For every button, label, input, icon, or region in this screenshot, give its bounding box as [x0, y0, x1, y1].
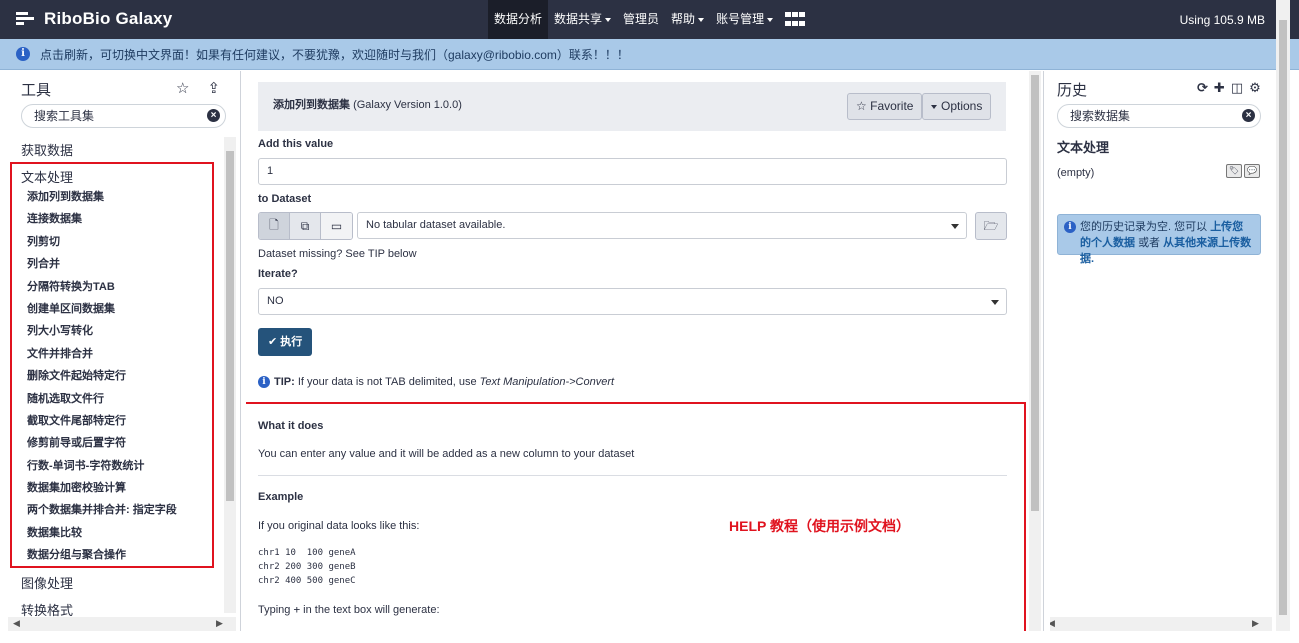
caret-down-icon: [951, 224, 959, 229]
gear-icon[interactable]: ⚙: [1249, 80, 1261, 95]
quota-meter[interactable]: Using 105.9 MB: [1180, 13, 1265, 27]
nav-shared-data[interactable]: 数据共享: [548, 0, 617, 39]
help-what-title: What it does: [258, 420, 324, 432]
history-search-input[interactable]: 搜索数据集 ×: [1057, 104, 1261, 128]
masthead: RiboBio Galaxy 数据分析 数据共享 管理员 帮助 账号管理 Usi…: [0, 0, 1299, 39]
announcement-text: 点击刷新，可切换中文界面！如果有任何建议，不要犹豫，欢迎随时与我们（galaxy…: [40, 47, 629, 62]
galaxy-logo-icon: [16, 10, 34, 28]
dataset-select[interactable]: No tabular dataset available.: [357, 212, 967, 239]
add-value-label: Add this value: [258, 138, 334, 150]
brand-title[interactable]: RiboBio Galaxy: [44, 9, 172, 29]
dataset-hint: Dataset missing? See TIP below: [258, 248, 417, 260]
example-line: chr1 10 100 geneA: [258, 548, 356, 558]
refresh-icon[interactable]: ⟳: [1197, 80, 1208, 95]
upload-icon[interactable]: ⇪: [207, 81, 220, 96]
history-name[interactable]: 文本处理: [1057, 137, 1109, 156]
folder-open-icon: 🗁: [983, 219, 999, 233]
help-typing-text: Typing + in the text box will generate:: [258, 603, 440, 616]
tags-icon[interactable]: 🏷: [1226, 164, 1242, 178]
tool-title: 添加列到数据集 (Galaxy Version 1.0.0): [273, 99, 462, 111]
history-actions: ⟳ ✚ ◫ ⚙: [1197, 80, 1261, 95]
caret-down-icon: [991, 300, 999, 305]
folder-icon[interactable]: ▭: [321, 213, 352, 239]
scroll-right-icon[interactable]: ▶: [216, 618, 223, 629]
dataset-mode-buttons: 🗋 ⧉ ▭: [258, 212, 353, 240]
history-hscrollbar[interactable]: ◀ ▶: [1050, 617, 1272, 631]
run-tool-button[interactable]: ✔ 执行: [258, 328, 313, 356]
help-what-text: You can enter any value and it will be a…: [258, 448, 635, 460]
grid-icon: [785, 12, 806, 28]
clear-search-icon[interactable]: ×: [207, 109, 220, 122]
options-button[interactable]: Options: [922, 93, 992, 120]
tool-panel-title: 工具: [21, 82, 52, 99]
main-nav: 数据分析 数据共享 管理员 帮助 账号管理: [488, 0, 811, 39]
chevron-down-icon: [605, 17, 612, 22]
tool-panel-actions: ☆ ⇪: [176, 81, 220, 96]
scroll-right-icon[interactable]: ▶: [1252, 618, 1259, 629]
multiple-files-icon[interactable]: ⧉: [290, 213, 321, 239]
tool-form-panel: 添加列到数据集 (Galaxy Version 1.0.0) ☆ Favorit…: [246, 71, 1030, 631]
favorite-button[interactable]: ☆ Favorite: [847, 93, 923, 120]
section-get-data[interactable]: 获取数据: [21, 140, 73, 159]
nav-user[interactable]: 账号管理: [710, 0, 779, 39]
info-icon: i: [16, 47, 30, 61]
history-empty-message: i 您的历史记录为空. 您可以 上传您的个人数据 或者 从其他来源上传数据.: [1057, 214, 1261, 265]
scroll-left-icon[interactable]: ◀: [13, 618, 20, 629]
chevron-down-icon: [931, 104, 937, 109]
chevron-down-icon: [767, 17, 774, 22]
history-size: (empty): [1057, 167, 1095, 179]
example-line: chr2 400 500 geneC: [258, 576, 356, 586]
scrollbar-thumb[interactable]: [226, 151, 234, 501]
browse-folder-button[interactable]: 🗁: [975, 212, 1007, 240]
panel-divider[interactable]: [240, 71, 241, 631]
star-icon[interactable]: ☆: [176, 81, 189, 96]
iterate-select[interactable]: NO: [258, 288, 1007, 315]
center-scrollbar[interactable]: [1029, 71, 1041, 631]
nav-admin[interactable]: 管理员: [617, 0, 665, 39]
clear-search-icon[interactable]: ×: [1242, 109, 1255, 122]
scroll-left-icon[interactable]: ◀: [1050, 618, 1055, 629]
window-scrollbar[interactable]: [1276, 0, 1290, 631]
announcement-banner: i 点击刷新，可切换中文界面！如果有任何建议，不要犹豫，欢迎随时与我们（gala…: [0, 39, 1299, 70]
plus-icon[interactable]: ✚: [1214, 80, 1225, 95]
brand[interactable]: RiboBio Galaxy: [16, 9, 172, 29]
comment-icon[interactable]: 💬: [1244, 164, 1260, 178]
help-divider: [258, 475, 1007, 476]
scrollbar-thumb[interactable]: [1279, 20, 1287, 615]
columns-icon[interactable]: ◫: [1231, 80, 1243, 95]
single-file-icon[interactable]: 🗋: [259, 213, 290, 239]
tool-search-input[interactable]: 搜索工具集 ×: [21, 104, 226, 128]
history-panel: 历史 ⟳ ✚ ◫ ⚙ 搜索数据集 × 文本处理 (empty) 🏷 💬 i 您的…: [1050, 71, 1272, 631]
example-line: chr2 200 300 geneB: [258, 562, 356, 572]
iterate-label: Iterate?: [258, 268, 298, 280]
scrollbar-thumb[interactable]: [1031, 75, 1039, 511]
chevron-down-icon: [698, 17, 705, 22]
tool-header: 添加列到数据集 (Galaxy Version 1.0.0) ☆ Favorit…: [258, 82, 1006, 131]
help-example-title: Example: [258, 491, 304, 503]
section-image-processing[interactable]: 图像处理: [21, 573, 73, 592]
star-icon: ☆: [856, 99, 867, 113]
check-icon: ✔: [268, 336, 278, 348]
panel-divider[interactable]: [1043, 71, 1044, 631]
nav-help[interactable]: 帮助: [665, 0, 710, 39]
tool-panel-scrollbar[interactable]: [224, 137, 236, 613]
tip-text: i TIP: If your data is not TAB delimited…: [258, 376, 614, 388]
help-annotation: HELP 教程（使用示例文档）: [729, 518, 910, 534]
history-tags: 🏷 💬: [1226, 164, 1260, 178]
help-example-intro: If you original data looks like this:: [258, 520, 420, 532]
info-icon: i: [1064, 221, 1076, 233]
info-icon: i: [258, 376, 270, 388]
add-value-input[interactable]: 1: [258, 158, 1007, 185]
tool-panel-hscrollbar[interactable]: ◀ ▶: [8, 617, 236, 631]
history-title: 历史: [1057, 82, 1088, 99]
nav-apps[interactable]: [779, 0, 811, 39]
dataset-label: to Dataset: [258, 193, 312, 205]
nav-analyze[interactable]: 数据分析: [488, 0, 549, 39]
highlight-box: [10, 162, 214, 568]
tool-panel: 工具 ☆ ⇪ 搜索工具集 × 获取数据 文本处理 添加列到数据集 连接数据集 列…: [8, 71, 236, 631]
